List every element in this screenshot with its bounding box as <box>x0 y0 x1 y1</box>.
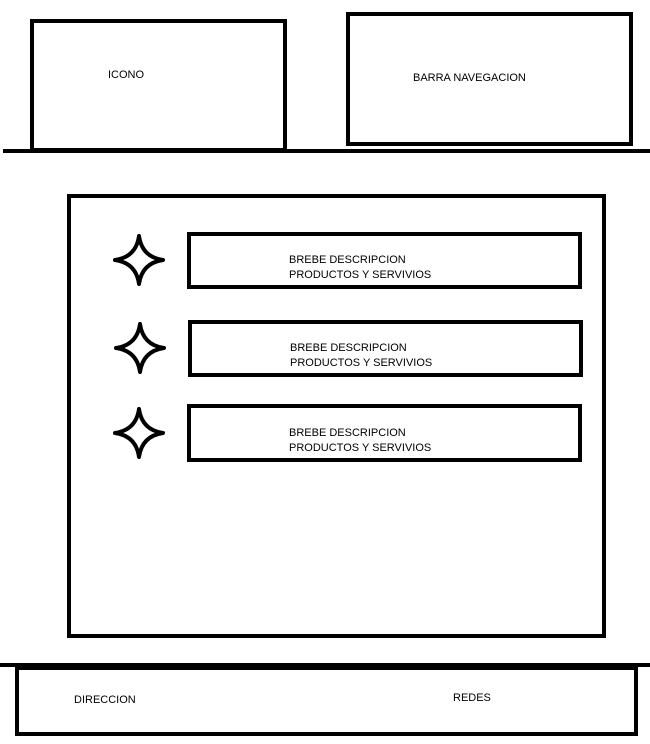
footer-address-label: DIRECCION <box>74 694 136 706</box>
nav-bar-label: BARRA NAVEGACION <box>413 72 526 84</box>
header-divider <box>3 149 650 153</box>
logo-box <box>30 19 287 152</box>
product-description-line2: PRODUCTOS Y SERVIVIOS <box>290 357 433 369</box>
product-description-line2: PRODUCTOS Y SERVIVIOS <box>289 442 432 454</box>
star-icon <box>113 234 165 286</box>
product-description-line1: BREBE DESCRIPCION <box>289 427 406 439</box>
star-icon <box>114 322 166 374</box>
product-description-line1: BREBE DESCRIPCION <box>290 342 407 354</box>
logo-label: ICONO <box>108 69 145 81</box>
star-icon <box>113 407 165 459</box>
product-description-line1: BREBE DESCRIPCION <box>289 254 406 266</box>
footer-social-label: REDES <box>453 692 491 704</box>
product-description-line2: PRODUCTOS Y SERVIVIOS <box>289 269 432 281</box>
